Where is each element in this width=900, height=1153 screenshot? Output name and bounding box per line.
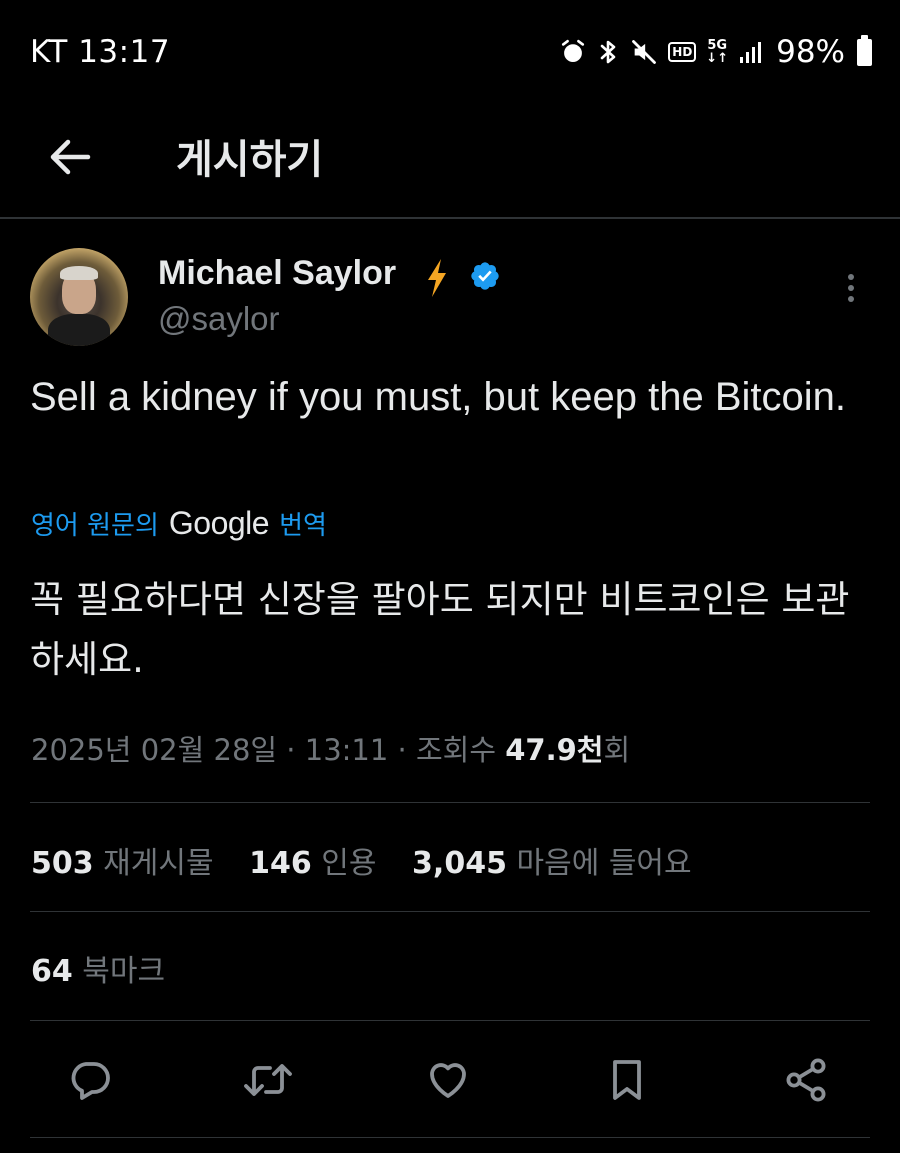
heart-icon <box>430 1063 466 1098</box>
translation-suffix: 번역 <box>279 511 327 541</box>
reposts-label: 재게시물 <box>103 846 214 881</box>
divider <box>30 802 870 803</box>
hd-voice-icon: HD <box>668 42 697 62</box>
verified-badge-icon <box>471 262 499 290</box>
tweet-text: Sell a kidney if you must, but keep the … <box>30 375 846 419</box>
avatar[interactable] <box>30 248 128 346</box>
translation-prefix: 영어 원문의 <box>31 511 159 541</box>
header: 게시하기 <box>0 105 900 218</box>
carrier-time: KT 13:17 <box>30 34 171 70</box>
engagement-stats: 503 재게시물 146 인용 3,045 마음에 들어요 <box>31 838 718 882</box>
more-vertical-icon[interactable] <box>836 268 866 308</box>
action-bar <box>0 1050 900 1110</box>
reply-icon <box>71 1062 110 1100</box>
handle[interactable]: @saylor <box>158 300 280 338</box>
tweet-meta: 2025년 02월 28일 · 13:11 · 조회수 47.9천회 <box>31 727 630 769</box>
divider <box>30 911 870 912</box>
signal-icon <box>740 42 762 63</box>
battery-icon <box>857 34 872 66</box>
status-icons: HD 5G ↓↑ 98% <box>560 34 872 70</box>
reply-button[interactable] <box>60 1050 120 1110</box>
views-unit: 회 <box>603 733 631 767</box>
google-logo: Google <box>168 505 270 541</box>
back-button[interactable] <box>42 129 98 185</box>
quotes-count: 146 <box>249 846 312 881</box>
views-count[interactable]: 47.9천 <box>505 733 603 767</box>
bookmarks-label: 북마크 <box>82 954 166 989</box>
bookmarks-stat[interactable]: 64 북마크 <box>31 946 165 990</box>
share-icon <box>786 1058 826 1102</box>
bookmarks-count: 64 <box>31 954 73 989</box>
likes-label: 마음에 들어요 <box>516 846 692 881</box>
repost-button[interactable] <box>238 1050 298 1110</box>
display-name[interactable]: Michael Saylor <box>158 254 396 293</box>
battery-percent: 98% <box>776 34 845 70</box>
mute-icon <box>632 40 657 64</box>
like-button[interactable] <box>418 1050 478 1110</box>
quotes-stat[interactable]: 146 인용 <box>249 846 376 881</box>
status-bar: KT 13:17 HD 5G ↓↑ 98% <box>0 0 900 105</box>
header-divider <box>0 217 900 219</box>
share-button[interactable] <box>776 1050 836 1110</box>
network-label: 5G <box>707 38 728 53</box>
reposts-count: 503 <box>31 846 94 881</box>
likes-stat[interactable]: 3,045 마음에 들어요 <box>412 846 692 881</box>
quotes-label: 인용 <box>321 846 377 881</box>
alarm-icon <box>562 39 585 62</box>
divider <box>30 1020 870 1021</box>
translated-text: 꼭 필요하다면 신장을 팔아도 되지만 비트코인은 보관하세요. <box>30 578 850 681</box>
lightning-icon <box>428 259 446 297</box>
page-title: 게시하기 <box>176 137 324 183</box>
divider <box>30 1137 870 1138</box>
bookmark-button[interactable] <box>597 1050 657 1110</box>
network-5g-icon: 5G ↓↑ <box>706 38 729 66</box>
repost-icon <box>244 1064 292 1096</box>
tweet-date: 2025년 02월 28일 · 13:11 · 조회수 <box>31 733 497 767</box>
reposts-stat[interactable]: 503 재게시물 <box>31 846 214 881</box>
bookmark-icon <box>613 1060 641 1100</box>
arrow-left-icon <box>50 139 91 175</box>
translation-attribution[interactable]: 영어 원문의 Google 번역 <box>31 505 327 542</box>
bluetooth-icon <box>600 40 616 64</box>
likes-count: 3,045 <box>412 846 507 881</box>
